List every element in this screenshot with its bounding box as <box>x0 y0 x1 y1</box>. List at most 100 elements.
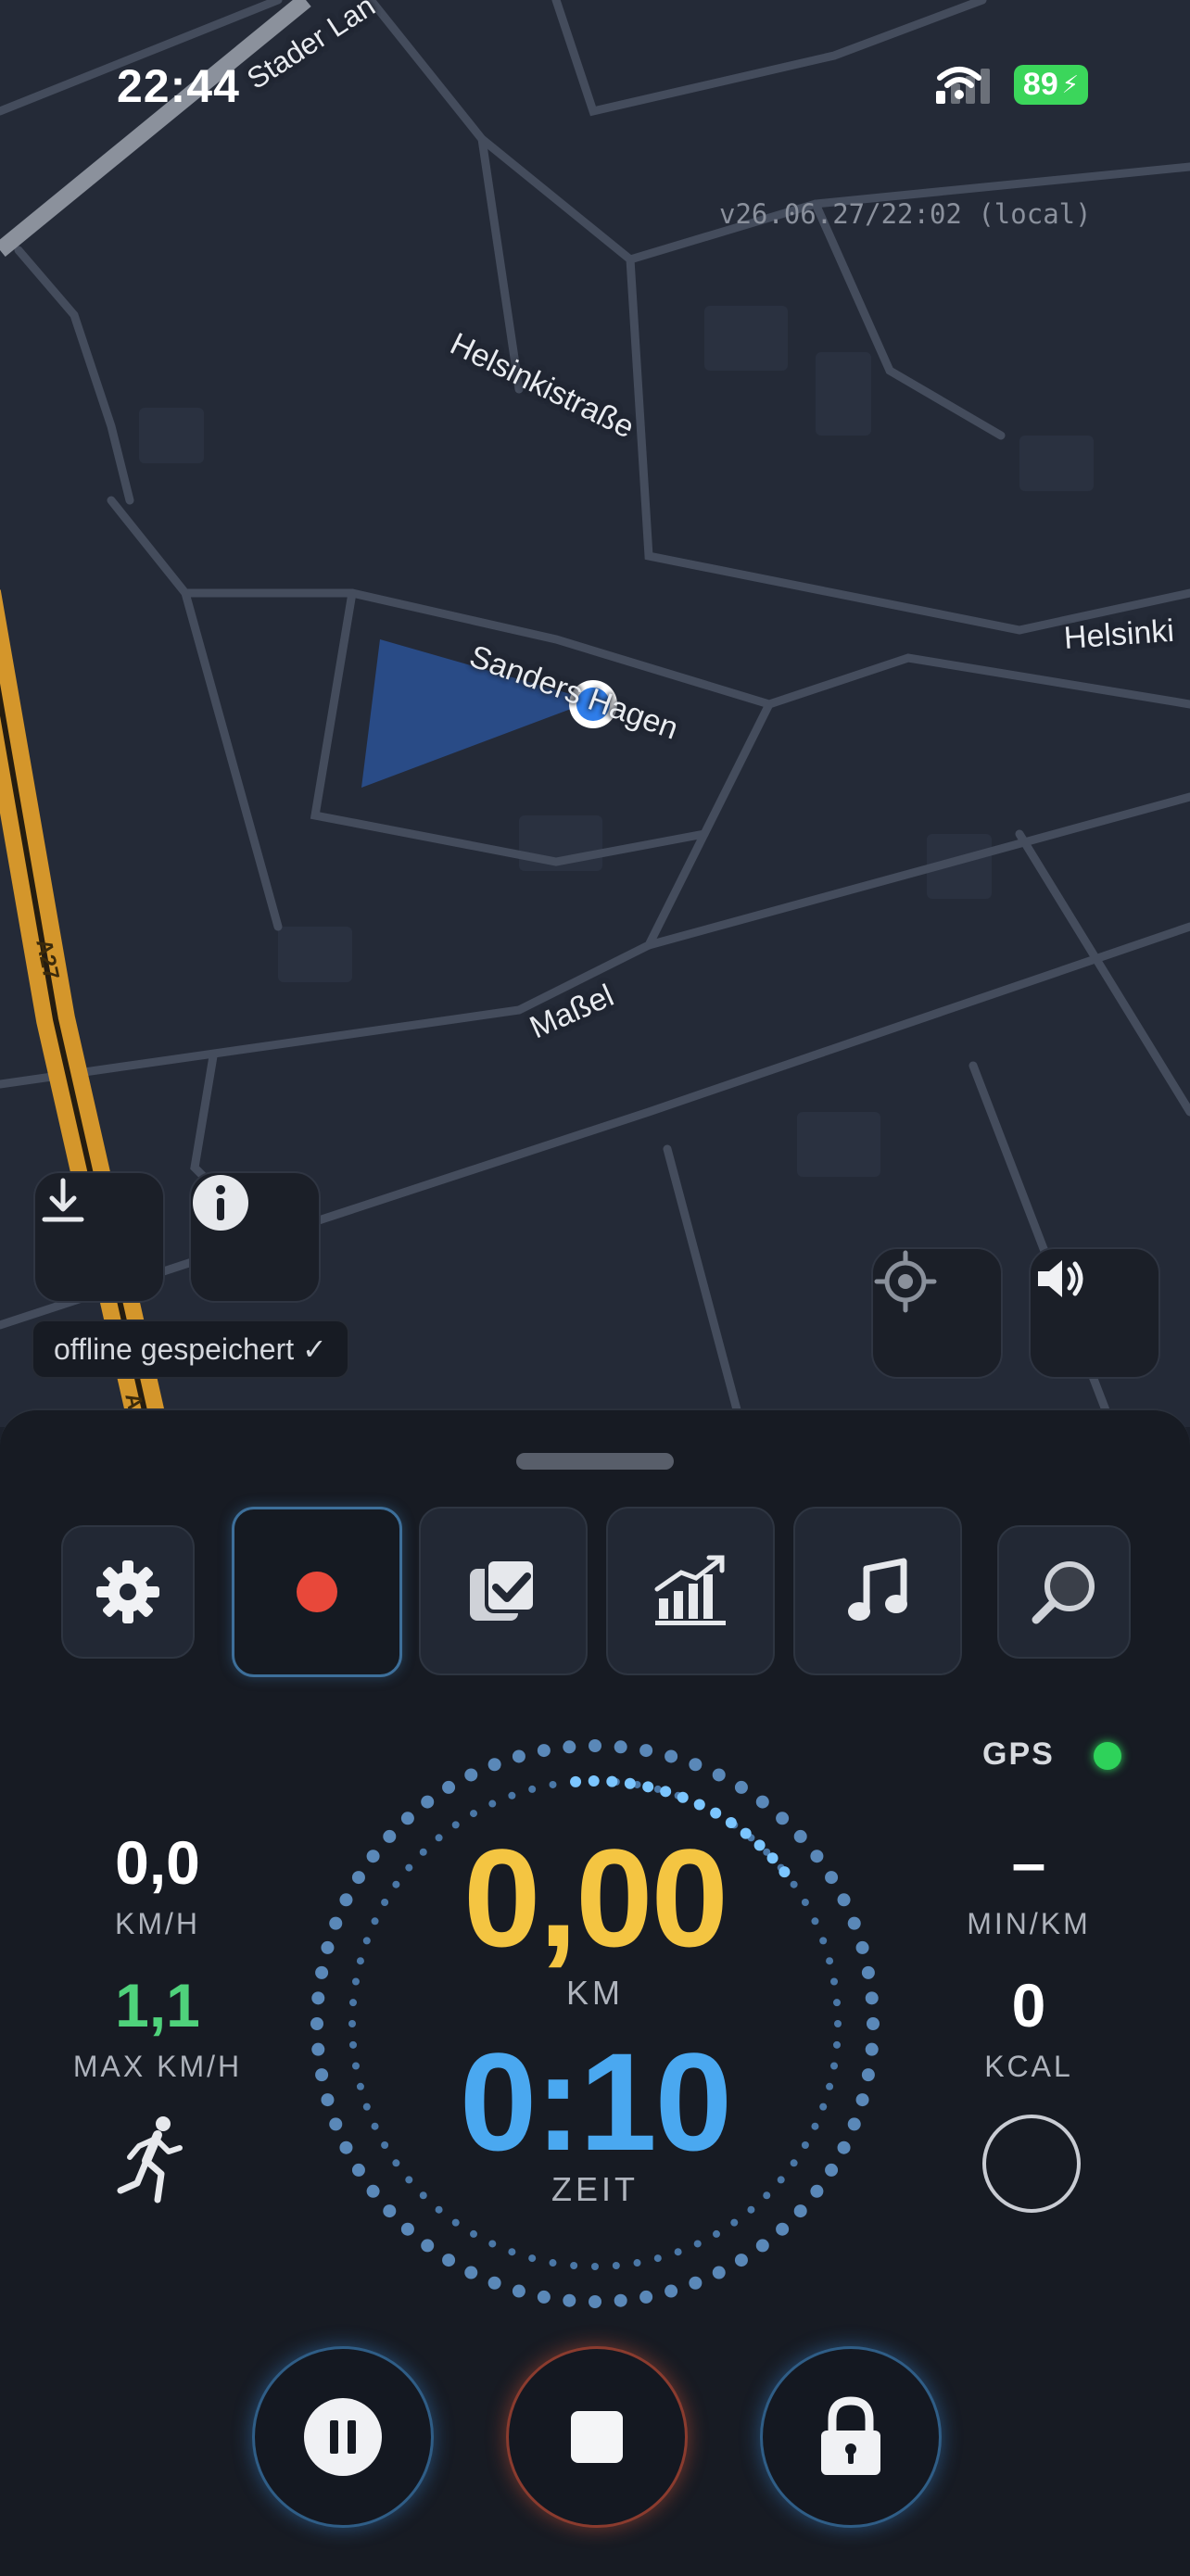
ring-dot <box>371 1917 379 1926</box>
ring-dot <box>563 1740 576 1754</box>
pause-button[interactable] <box>252 2346 434 2528</box>
pace-unit: MIN/KM <box>967 1907 1091 1940</box>
ring-dot <box>512 2284 525 2298</box>
ring-dot <box>421 1795 435 1809</box>
charging-icon: ⚡ <box>1061 70 1079 98</box>
ring-dot <box>755 1795 769 1809</box>
ring-dot <box>847 2117 861 2131</box>
voice-guidance-button[interactable] <box>1029 1247 1160 1379</box>
ring-dot <box>528 1785 537 1793</box>
ring-progress-dot <box>642 1781 654 1793</box>
record-tab-button[interactable] <box>232 1507 402 1677</box>
ring-dot <box>790 2159 798 2167</box>
ring-dot <box>855 1940 869 1954</box>
ring-dot <box>470 2229 477 2238</box>
ring-dot <box>339 1893 353 1907</box>
ring-dot <box>362 1937 371 1945</box>
ring-progress-dot <box>588 1775 600 1787</box>
statistics-button[interactable] <box>606 1507 775 1675</box>
distance-unit: KM <box>566 1974 624 2012</box>
ring-dot <box>825 1871 839 1885</box>
ring-dot <box>315 1965 329 1979</box>
elapsed-time-value: 0:10 <box>459 2024 732 2179</box>
ring-dot <box>366 2184 380 2198</box>
lock-screen-button[interactable] <box>760 2346 942 2528</box>
ring-dot <box>381 2141 389 2149</box>
ring-dot <box>830 1977 839 1986</box>
ring-dot <box>811 2122 819 2130</box>
speed-value: 0,0 <box>115 1828 200 1897</box>
ring-dot <box>826 2082 834 2090</box>
ring-dot <box>356 1957 364 1965</box>
ring-dot <box>351 1977 360 1986</box>
ring-dot <box>689 2276 703 2290</box>
ring-dot <box>639 1744 653 1758</box>
map-view[interactable]: 22:44 89 ⚡ v26.06.27/22:02 (local) Stade… <box>0 0 1190 1427</box>
ring-dot <box>810 2184 824 2198</box>
music-note-icon <box>848 1558 907 1621</box>
drag-handle[interactable] <box>516 1453 674 1470</box>
ring-dot <box>329 1916 343 1930</box>
ring-dot <box>383 1829 397 1843</box>
ring-dot <box>833 2040 842 2049</box>
goal-ring-button[interactable] <box>982 2115 1081 2213</box>
battery-level: 89 <box>1022 67 1058 102</box>
ring-dot <box>665 1749 678 1763</box>
ring-dot <box>591 2263 599 2270</box>
info-icon <box>193 1175 248 1231</box>
ring-dot <box>362 2102 371 2111</box>
download-map-button[interactable] <box>33 1171 165 1303</box>
map-label-helsinki: Helsinki <box>1062 612 1176 656</box>
speed-unit: KM/H <box>115 1907 200 1940</box>
ring-progress-dot <box>570 1775 582 1787</box>
settings-button[interactable] <box>61 1525 195 1659</box>
ring-dot <box>776 2222 790 2236</box>
gps-status-indicator <box>1094 1742 1121 1770</box>
music-button[interactable] <box>793 1507 962 1675</box>
runner-icon[interactable] <box>115 2115 189 2207</box>
ring-dot <box>674 2248 682 2256</box>
ring-dot <box>734 2254 748 2267</box>
info-button[interactable] <box>189 1171 321 1303</box>
search-button[interactable] <box>997 1525 1131 1659</box>
ring-dot <box>549 1780 557 1788</box>
clipboard-check-icon <box>470 1558 537 1621</box>
ring-dot <box>589 2295 601 2308</box>
ring-dot <box>549 2259 557 2267</box>
ring-dot <box>570 2262 578 2270</box>
ring-dot <box>713 2229 720 2238</box>
ring-dot <box>639 2290 653 2304</box>
ring-dot <box>826 1957 834 1965</box>
ring-dot <box>837 2140 851 2154</box>
ring-dot <box>508 1791 516 1799</box>
ring-dot <box>348 2040 357 2049</box>
gps-label: GPS <box>982 1736 1055 1772</box>
ring-dot <box>633 2259 641 2267</box>
stop-button[interactable] <box>506 2346 688 2528</box>
ring-dot <box>537 1744 551 1758</box>
ring-dot <box>834 2020 842 2027</box>
ring-dot <box>392 2159 400 2167</box>
offline-status-badge: offline gespeichert ✓ <box>32 1320 349 1379</box>
ring-dot <box>351 2062 360 2070</box>
wifi-icon <box>936 67 981 99</box>
ring-dot <box>311 1991 325 2005</box>
ring-progress-dot <box>693 1799 705 1811</box>
ring-progress-dot <box>677 1791 689 1803</box>
max-speed-unit: MAX KM/H <box>72 2050 243 2083</box>
ring-dot <box>348 1999 357 2007</box>
ring-dot <box>351 2163 365 2177</box>
pause-icon <box>304 2398 382 2476</box>
tasks-button[interactable] <box>419 1507 588 1675</box>
recenter-button[interactable] <box>871 1247 1003 1379</box>
ring-dot <box>810 1850 824 1863</box>
ring-dot <box>487 1758 501 1772</box>
ring-dot <box>348 2020 356 2027</box>
ring-dot <box>321 1940 335 1954</box>
ring-dot <box>847 1916 861 1930</box>
ring-dot <box>321 2093 335 2107</box>
ring-dot <box>528 2254 537 2263</box>
battery-indicator: 89 ⚡ <box>1013 65 1088 105</box>
ring-dot <box>356 2082 364 2090</box>
ring-dot <box>508 2248 516 2256</box>
